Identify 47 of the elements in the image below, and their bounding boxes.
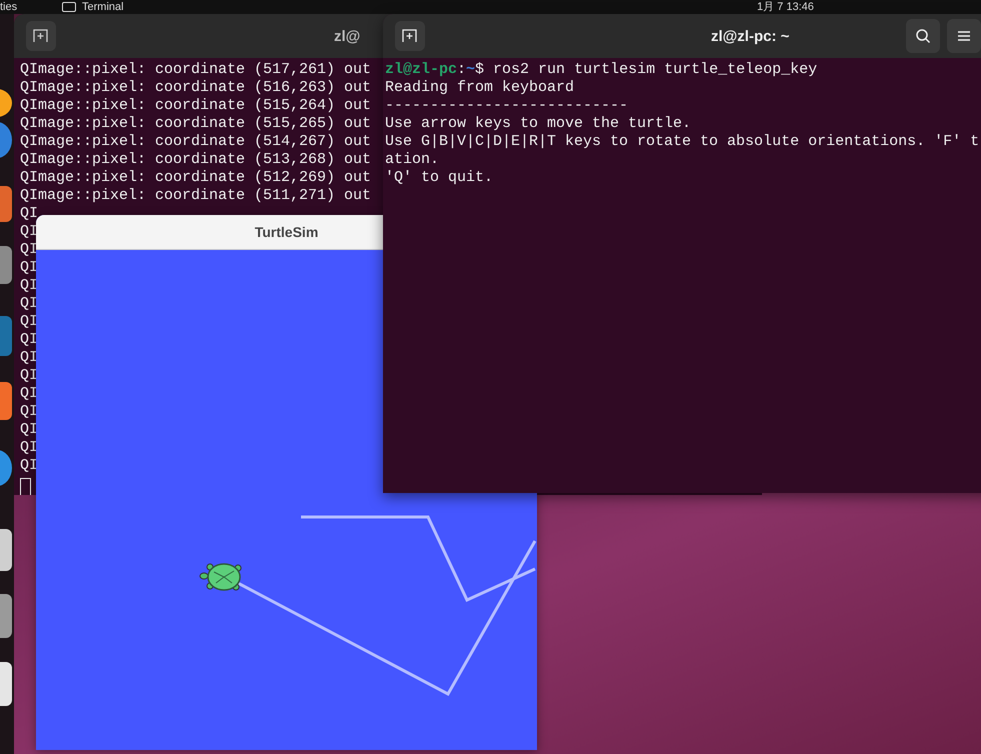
terminal-line: QI bbox=[20, 349, 38, 367]
terminal-line: QImage::pixel: coordinate (513,268) out bbox=[20, 151, 372, 169]
activities-button[interactable]: ties bbox=[0, 0, 18, 14]
window-title: zl@ bbox=[334, 28, 360, 44]
terminal-line: QI bbox=[20, 259, 38, 277]
terminal-line: QImage::pixel: coordinate (516,263) out bbox=[20, 79, 372, 97]
terminal-line: QI bbox=[20, 241, 38, 259]
terminal-line: QI bbox=[20, 367, 38, 385]
terminal-line: Use G|B|V|C|D|E|R|T keys to rotate to absolute orientations. 'F' t bbox=[385, 133, 980, 151]
terminal-line: QImage::pixel: coordinate (514,267) out bbox=[20, 133, 372, 151]
terminal-line: QI bbox=[20, 277, 38, 295]
terminal-line: QImage::pixel: coordinate (511,271) out bbox=[20, 187, 372, 205]
terminal-line: QI bbox=[20, 295, 38, 313]
terminal-line: Reading from keyboard bbox=[385, 79, 574, 97]
menu-button[interactable] bbox=[947, 19, 981, 53]
window-title: zl@zl-pc: ~ bbox=[711, 28, 790, 44]
search-icon bbox=[915, 28, 931, 44]
app-menu[interactable]: Terminal bbox=[62, 0, 124, 14]
terminal-line: zl@zl-pc:~$ ros2 run turtlesim turtle_teleop_key bbox=[385, 61, 818, 79]
turtle-drawing bbox=[200, 563, 242, 591]
terminal-line: QImage::pixel: coordinate (515,265) out bbox=[20, 115, 372, 133]
terminal-line: QI bbox=[20, 385, 38, 403]
terminal-line: 'Q' to quit. bbox=[385, 169, 494, 187]
search-button[interactable] bbox=[906, 19, 940, 53]
terminal-line: QI bbox=[20, 331, 38, 349]
terminal-line: QImage::pixel: coordinate (512,269) out bbox=[20, 169, 372, 187]
terminal-line: QImage::pixel: coordinate (517,261) out bbox=[20, 61, 372, 79]
terminal-line: QI bbox=[20, 403, 38, 421]
new-tab-icon bbox=[402, 29, 418, 43]
terminal-icon bbox=[62, 2, 76, 12]
new-tab-button[interactable] bbox=[395, 21, 425, 51]
terminal-line: QI bbox=[20, 313, 38, 331]
window-title: TurtleSim bbox=[254, 224, 318, 240]
terminal-line: QI bbox=[20, 205, 38, 223]
terminal-line: QImage::pixel: coordinate (515,264) out bbox=[20, 97, 372, 115]
terminal-line: QI bbox=[20, 439, 38, 457]
text-cursor bbox=[20, 478, 31, 495]
terminal-line: QI bbox=[20, 421, 38, 439]
menu-icon bbox=[958, 31, 970, 41]
terminal-line: QI bbox=[20, 223, 38, 241]
new-tab-button[interactable] bbox=[26, 21, 56, 51]
clock[interactable]: 1月 7 13:46 bbox=[757, 0, 814, 14]
terminal-line: ation. bbox=[385, 151, 440, 169]
new-tab-icon bbox=[33, 29, 49, 43]
terminal-line: QI bbox=[20, 457, 38, 475]
terminal-line: --------------------------- bbox=[385, 97, 628, 115]
terminal-line: Use arrow keys to move the turtle. bbox=[385, 115, 692, 133]
